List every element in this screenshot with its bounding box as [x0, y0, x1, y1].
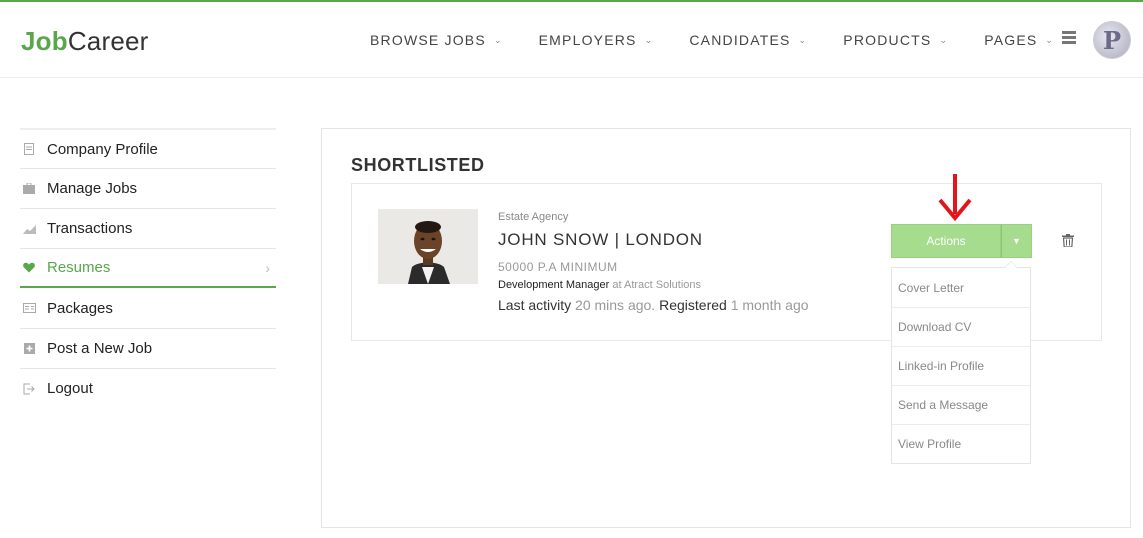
candidate-salary: 50000 P.A MINIMUM — [498, 260, 618, 274]
nav-label: EMPLOYERS — [538, 32, 637, 48]
site-logo[interactable]: JobCareer — [21, 26, 149, 57]
sidebar-item-label: Resumes — [47, 259, 111, 276]
nav-pages[interactable]: PAGES ⌄ — [984, 32, 1054, 48]
sidebar-item-label: Transactions — [47, 220, 133, 237]
sidebar-item-label: Company Profile — [47, 140, 158, 158]
trash-icon[interactable] — [1062, 234, 1076, 248]
nav-candidates[interactable]: CANDIDATES ⌄ — [689, 32, 807, 48]
main-nav: BROWSE JOBS ⌄ EMPLOYERS ⌄ CANDIDATES ⌄ PROD… — [370, 32, 1090, 48]
avatar-letter: P — [1102, 25, 1122, 55]
sidebar-item-transactions[interactable]: Transactions — [20, 208, 276, 248]
actions-button[interactable]: Actions — [891, 224, 1001, 258]
hamburger-menu-icon[interactable] — [1062, 31, 1076, 45]
sidebar-item-manage-jobs[interactable]: Manage Jobs — [20, 168, 276, 208]
chevron-down-icon: ⌄ — [798, 34, 808, 45]
chevron-down-icon: ⌄ — [493, 34, 503, 45]
chevron-down-icon: ⌄ — [939, 34, 949, 45]
chevron-right-icon: › — [265, 259, 270, 276]
briefcase-icon — [22, 183, 36, 195]
chevron-down-icon: ⌄ — [644, 34, 654, 45]
sidebar-item-label: Manage Jobs — [47, 180, 138, 197]
actions-dropdown-menu: Cover Letter Download CV Linked-in Profi… — [891, 261, 1031, 464]
chevron-down-icon: ⌄ — [1045, 34, 1055, 45]
plus-icon — [22, 343, 36, 355]
nav-label: BROWSE JOBS — [370, 32, 486, 48]
registered-label: Registered — [659, 297, 727, 313]
sidebar-item-label: Packages — [47, 299, 113, 317]
candidate-activity: Last activity 20 mins ago. Registered 1 … — [498, 297, 809, 313]
nav-employers[interactable]: EMPLOYERS ⌄ — [539, 32, 654, 48]
logo-part-job: Job — [21, 26, 68, 56]
sidebar: Company Profile Manage Jobs Transactions… — [20, 128, 276, 408]
logo-part-career: Career — [67, 26, 149, 56]
candidate-company: Estate Agency — [498, 211, 569, 223]
card-icon — [22, 302, 36, 314]
menu-item-linkedin-profile[interactable]: Linked-in Profile — [892, 346, 1030, 385]
sidebar-item-resumes[interactable]: Resumes › — [20, 248, 276, 288]
avatar[interactable]: P — [1093, 21, 1131, 59]
caret-down-icon: ▼ — [1012, 236, 1021, 246]
sidebar-item-company-profile[interactable]: Company Profile — [20, 128, 276, 168]
menu-item-send-message[interactable]: Send a Message — [892, 385, 1030, 424]
sidebar-item-logout[interactable]: Logout — [20, 368, 276, 408]
chart-icon — [22, 223, 36, 235]
nav-browse-jobs[interactable]: BROWSE JOBS ⌄ — [370, 32, 503, 48]
actions-dropdown-toggle[interactable]: ▼ — [1001, 224, 1032, 258]
menu-item-cover-letter[interactable]: Cover Letter — [892, 268, 1030, 307]
registered-value: 1 month ago — [730, 297, 809, 313]
activity-label: Last activity — [498, 297, 572, 313]
nav-label: PRODUCTS — [843, 32, 932, 48]
nav-label: PAGES — [984, 32, 1038, 48]
menu-item-download-cv[interactable]: Download CV — [892, 307, 1030, 346]
document-icon — [22, 143, 36, 155]
candidate-photo[interactable] — [378, 209, 478, 284]
position-title: Development Manager — [498, 279, 610, 291]
nav-label: CANDIDATES — [689, 32, 791, 48]
sidebar-item-label: Post a New Job — [47, 340, 153, 357]
heart-icon — [22, 262, 36, 274]
activity-value: 20 mins ago. — [575, 297, 656, 313]
nav-products[interactable]: PRODUCTS ⌄ — [843, 32, 948, 48]
page-title: SHORTLISTED — [351, 155, 485, 175]
candidate-position: Development Manager at Atract Solutions — [498, 279, 701, 291]
sidebar-item-post-new-job[interactable]: Post a New Job — [20, 328, 276, 368]
candidate-name[interactable]: JOHN SNOW | LONDON — [498, 230, 703, 250]
logout-icon — [22, 383, 36, 395]
menu-item-view-profile[interactable]: View Profile — [892, 424, 1030, 463]
sidebar-item-label: Logout — [47, 380, 93, 397]
sidebar-item-packages[interactable]: Packages — [20, 288, 276, 328]
position-organization: at Atract Solutions — [612, 279, 702, 291]
red-arrow-annotation-icon — [938, 174, 972, 222]
site-header: JobCareer BROWSE JOBS ⌄ EMPLOYERS ⌄ CANDID… — [0, 2, 1143, 78]
